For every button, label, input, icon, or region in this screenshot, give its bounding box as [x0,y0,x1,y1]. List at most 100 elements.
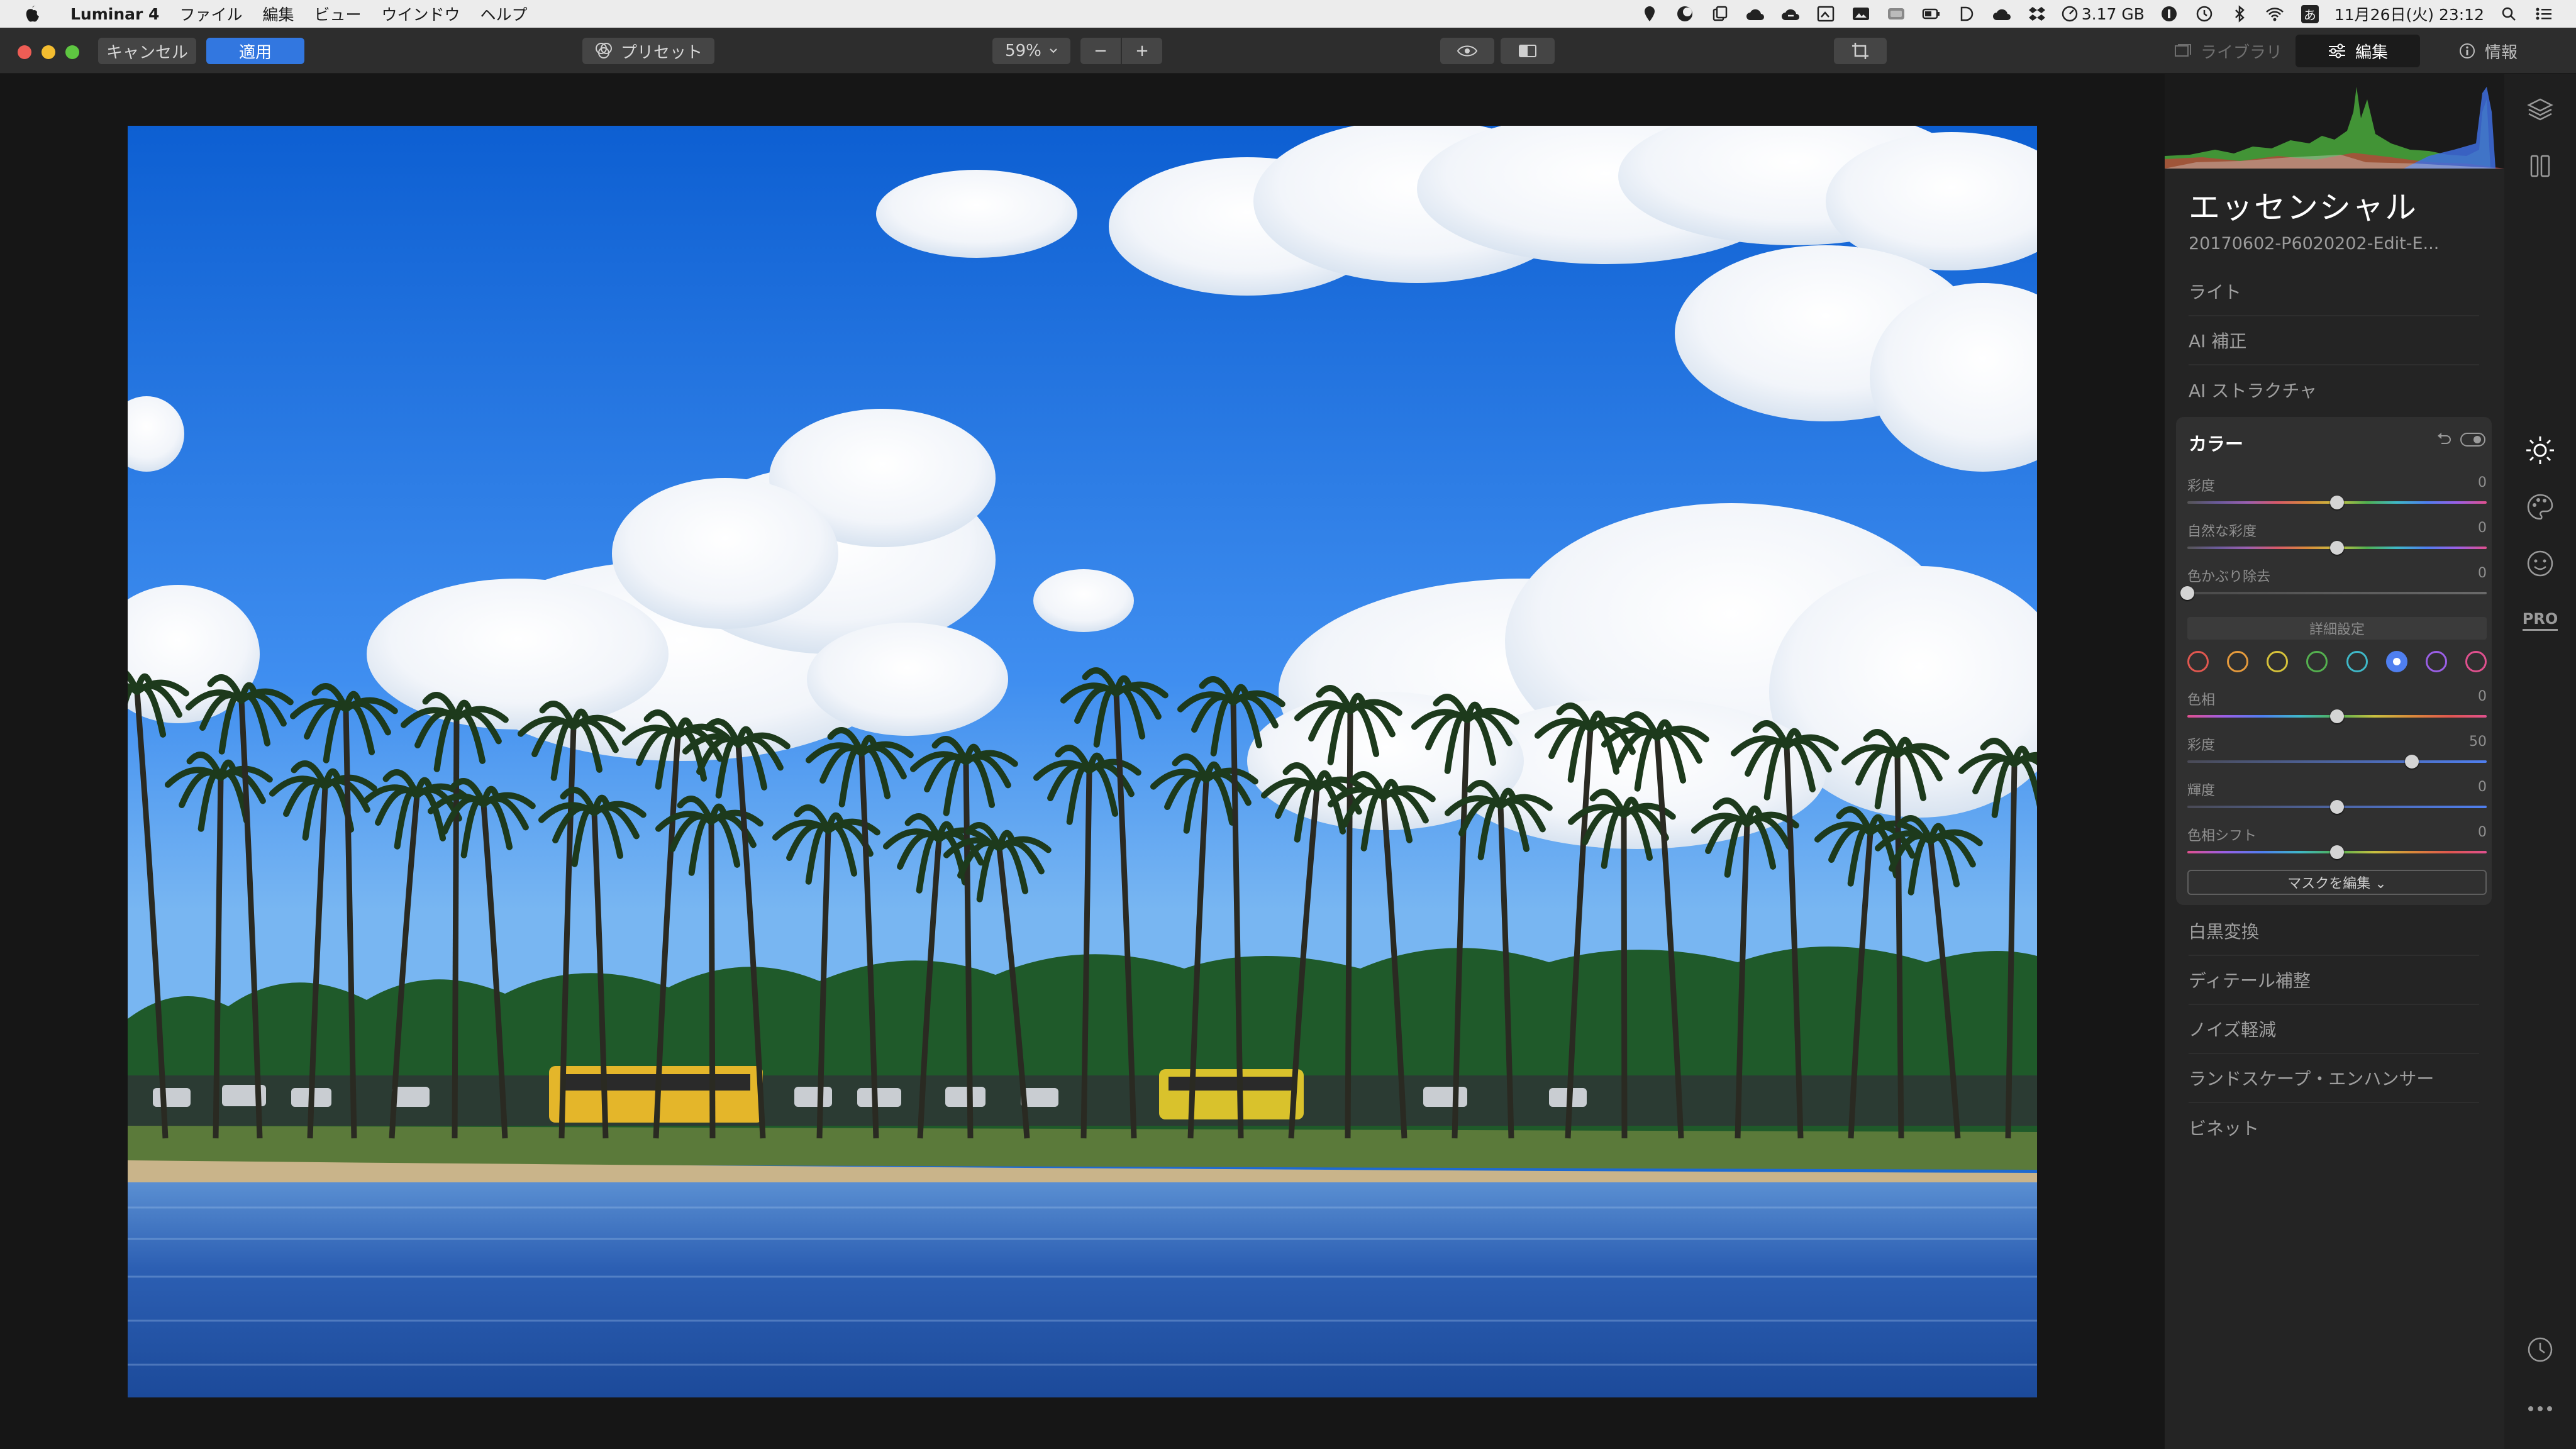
advanced-settings-bar[interactable]: 詳細設定 [2187,617,2487,640]
section-vignette[interactable]: ビネット [2189,1103,2479,1152]
history-clock-icon[interactable] [2504,1330,2576,1370]
spotlight-search-icon[interactable] [2498,4,2519,23]
color-section-title[interactable]: カラー [2189,430,2243,456]
cloud-upload-icon[interactable] [1745,4,1766,23]
creative-palette-icon[interactable] [2504,487,2576,527]
window-zoom-button[interactable] [65,45,79,59]
compare-button[interactable] [1501,38,1555,64]
wifi-icon[interactable] [2264,4,2285,23]
slider-value: 0 [2478,520,2487,536]
d-app-icon[interactable] [1956,4,1977,23]
slider-knob[interactable] [2330,800,2344,814]
essentials-panel: エッセンシャル 20170602-P6020202-Edit-E... ライト … [2165,169,2504,1449]
menu-window[interactable]: ウインドウ [382,3,460,25]
edit-mask-button[interactable]: マスクを編集 ⌄ [2187,870,2487,895]
slider-knob[interactable] [2330,845,2344,859]
info-icon [2459,43,2475,58]
screen-share-icon[interactable] [1815,4,1836,23]
color-swatch-0[interactable] [2187,651,2209,672]
section-landscape-enhancer[interactable]: ランドスケープ・エンハンサー [2189,1054,2479,1103]
slider-basic-1[interactable]: 自然な彩度 0 [2187,520,2487,558]
slider-adv-3[interactable]: 色相シフト 0 [2187,824,2487,862]
section-details-enhancer[interactable]: ディテール補整 [2189,956,2479,1005]
tab-info-label: 情報 [2484,43,2518,62]
essentials-sun-icon[interactable] [2504,430,2576,470]
slider-adv-0[interactable]: 色相 0 [2187,689,2487,726]
apple-menu-icon[interactable] [14,4,52,23]
menubar-datetime[interactable]: 11月26日(火) 23:12 [2334,3,2484,25]
tab-library[interactable]: ライブラリ [2166,35,2290,67]
palm-trunk [1345,711,1353,1139]
cancel-button[interactable]: キャンセル [98,38,196,64]
slider-basic-0[interactable]: 彩度 0 [2187,475,2487,513]
image-canvas[interactable] [0,74,2163,1449]
slider-knob[interactable] [2405,755,2419,769]
tab-info[interactable]: 情報 [2425,35,2551,67]
color-swatch-3[interactable] [2306,651,2328,672]
tab-edit-label: 編集 [2355,43,2388,62]
slider-track[interactable] [2187,760,2487,763]
zoom-dropdown[interactable]: 59% [992,38,1070,64]
section-ai-enhance[interactable]: AI 補正 [2189,316,2479,365]
location-pin-icon[interactable] [1639,4,1660,23]
input-method-icon[interactable]: あ [2299,4,2321,23]
slider-knob[interactable] [2330,709,2344,723]
battery-icon[interactable] [1921,4,1942,23]
color-swatch-6[interactable] [2425,651,2447,672]
memory-indicator[interactable]: 3.17 GB [2062,4,2145,23]
canvas-icon[interactable] [2504,146,2576,186]
menu-app-name[interactable]: Luminar 4 [70,5,159,23]
menu-edit[interactable]: 編集 [262,3,294,25]
menu-view[interactable]: ビュー [314,3,361,25]
more-icon[interactable] [2504,1389,2576,1429]
window-close-button[interactable] [18,45,31,59]
slider-label: 彩度 [2187,738,2216,753]
color-swatch-7[interactable] [2465,651,2487,672]
section-ai-structure[interactable]: AI ストラクチャ [2189,365,2479,414]
slider-knob[interactable] [2330,496,2344,509]
pro-label: PRO [2522,610,2558,631]
presets-button[interactable]: プリセット [582,38,714,64]
slider-knob[interactable] [2180,586,2194,600]
section-denoise[interactable]: ノイズ軽減 [2189,1005,2479,1054]
1password-icon[interactable] [2158,4,2180,23]
section-light[interactable]: ライト [2189,267,2479,316]
chevron-down-icon [1050,48,1057,53]
bluetooth-icon[interactable] [2229,4,2250,23]
slider-adv-2[interactable]: 輝度 0 [2187,779,2487,817]
slider-adv-1[interactable]: 彩度 50 [2187,734,2487,772]
tab-edit[interactable]: 編集 [2296,35,2420,67]
slider-knob[interactable] [2330,541,2344,555]
menu-help[interactable]: ヘルプ [480,3,528,25]
window-minimize-button[interactable] [42,45,55,59]
toggle-visibility-icon[interactable] [2460,432,2485,447]
photo-preview[interactable] [128,126,2037,1397]
portrait-face-icon[interactable] [2504,543,2576,584]
copy-clipboard-icon[interactable] [1709,4,1731,23]
dropbox-icon[interactable] [2026,4,2048,23]
color-swatch-4[interactable] [2346,651,2368,672]
color-swatch-1[interactable] [2227,651,2249,672]
section-bw-conversion[interactable]: 白黒変換 [2189,907,2479,956]
cloud-sync-icon[interactable] [1780,4,1801,23]
moon-app-icon[interactable] [1674,4,1696,23]
layers-icon[interactable] [2504,89,2576,130]
preview-eye-button[interactable] [1440,38,1494,64]
image-app-icon[interactable] [1850,4,1872,23]
color-swatch-2[interactable] [2267,651,2289,672]
reset-undo-icon[interactable] [2435,431,2453,448]
slider-basic-2[interactable]: 色かぶり除去 0 [2180,565,2487,603]
menu-file[interactable]: ファイル [179,3,242,25]
slider-track[interactable] [2187,592,2487,594]
zoom-in-button[interactable]: + [1122,38,1162,64]
pro-icon[interactable]: PRO [2504,600,2576,640]
creative-cloud-icon[interactable] [1991,4,2012,23]
memory-text: 3.17 GB [2081,4,2145,23]
crop-button[interactable] [1834,38,1887,64]
zoom-out-button[interactable]: − [1080,38,1121,64]
color-swatch-5[interactable] [2385,651,2407,672]
drive-icon[interactable] [1885,4,1907,23]
notification-center-icon[interactable] [2533,4,2555,23]
apply-button[interactable]: 適用 [206,38,304,64]
time-machine-icon[interactable] [2194,4,2215,23]
